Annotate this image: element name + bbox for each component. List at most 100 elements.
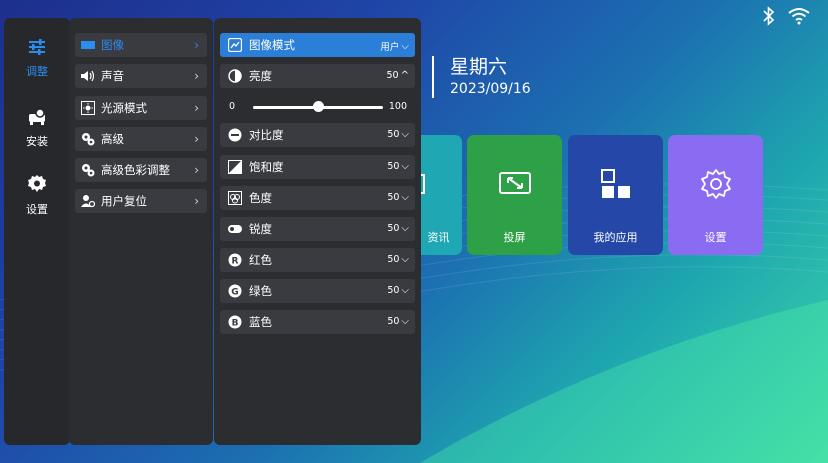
gear-icon <box>27 174 47 197</box>
sharpness-row[interactable]: 锐度 50 ⌵ <box>220 217 415 241</box>
nav-label: 调整 <box>26 65 48 78</box>
status-bar <box>762 6 810 26</box>
chevron-down-icon: ⌵ <box>401 161 409 172</box>
nav-panel: 调整 安装 设置 <box>4 18 70 445</box>
chevron-up-icon: ^ <box>400 70 409 81</box>
chevron-right-icon: › <box>194 38 199 52</box>
chevron-down-icon: ⌵ <box>401 223 409 234</box>
contrast-row[interactable]: 对比度 50 ⌵ <box>220 123 415 147</box>
saturation-row[interactable]: 饱和度 50 ⌵ <box>220 155 415 179</box>
sharpness-icon <box>228 222 242 236</box>
setting-value: 50 <box>387 285 400 296</box>
nav-label: 安装 <box>26 135 48 148</box>
brightness-slider[interactable]: 0 100 <box>220 96 415 118</box>
hue-row[interactable]: 色度 50 ⌵ <box>220 186 415 210</box>
bluetooth-icon <box>762 6 776 26</box>
chevron-down-icon: ⌵ <box>401 254 409 265</box>
date: 2023/09/16 <box>450 81 531 97</box>
tile-settings[interactable]: 设置 <box>668 135 763 255</box>
projector-icon <box>27 108 47 129</box>
nav-item-adjust[interactable]: 调整 <box>4 38 70 79</box>
green-row[interactable]: G 绿色 50 ⌵ <box>220 279 415 303</box>
menu-item-advanced[interactable]: 高级 › <box>75 127 207 151</box>
setting-value: 50 <box>386 70 399 81</box>
blue-channel-icon: B <box>228 315 242 329</box>
menu-label: 高级 <box>101 132 124 146</box>
apps-grid-icon <box>599 167 633 201</box>
setting-label: 亮度 <box>249 69 272 83</box>
nav-item-install[interactable]: 安装 <box>4 108 70 149</box>
tile-label: 设置 <box>704 231 727 244</box>
menu-label: 图像 <box>101 38 124 52</box>
slider-max: 100 <box>388 101 407 112</box>
picture-mode-row[interactable]: 图像模式 用户 ⌵ <box>220 33 415 57</box>
menu-label: 声音 <box>101 69 124 83</box>
menu-label: 高级色彩调整 <box>101 163 170 177</box>
setting-label: 红色 <box>249 253 272 267</box>
user-reset-icon <box>81 194 95 208</box>
picture-mode-icon <box>228 38 242 52</box>
brightness-icon <box>228 69 242 83</box>
chevron-right-icon: › <box>194 69 199 83</box>
advanced-icon <box>81 132 95 146</box>
setting-label: 色度 <box>249 191 272 205</box>
weekday: 星期六 <box>450 56 508 78</box>
setting-value: 50 <box>387 254 400 265</box>
setting-value: 50 <box>387 316 400 327</box>
setting-label: 锐度 <box>249 222 272 236</box>
menu-item-sound[interactable]: 声音 › <box>75 64 207 88</box>
clock-widget: 星期六 2023/09/16 <box>432 56 531 98</box>
menu-label: 光源模式 <box>101 101 147 115</box>
chevron-down-icon: ⌵ <box>401 129 409 140</box>
chevron-right-icon: › <box>194 101 199 115</box>
svg-text:G: G <box>231 288 238 298</box>
setting-value: 50 <box>387 129 400 140</box>
wifi-icon <box>788 7 810 25</box>
brightness-row[interactable]: 亮度 50 ^ <box>220 64 415 88</box>
submenu-panel: 图像 › 声音 › 光源模式 › 高级 › 高级色彩调整 › 用户复位 › <box>69 18 213 445</box>
menu-item-user-reset[interactable]: 用户复位 › <box>75 189 207 213</box>
setting-value: 50 <box>387 223 400 234</box>
slider-min: 0 <box>229 101 236 112</box>
tile-my-apps[interactable]: 我的应用 <box>568 135 663 255</box>
red-channel-icon: R <box>228 253 242 267</box>
menu-item-color-adjust[interactable]: 高级色彩调整 › <box>75 158 207 182</box>
chevron-down-icon: ⌵ <box>401 316 409 327</box>
tile-label: 投屏 <box>503 231 526 244</box>
chevron-down-icon: ⌵ <box>401 192 409 203</box>
nav-label: 设置 <box>26 203 48 216</box>
slider-knob[interactable] <box>312 101 324 112</box>
setting-value: 用户 <box>380 42 400 53</box>
saturation-icon <box>228 160 242 174</box>
tile-label: 我的应用 <box>593 231 638 244</box>
menu-item-light-source[interactable]: 光源模式 › <box>75 96 207 120</box>
contrast-icon <box>228 128 242 142</box>
setting-value: 50 <box>387 161 400 172</box>
chevron-down-icon: ⌵ <box>401 285 409 296</box>
screen-cast-icon <box>497 167 533 201</box>
light-source-icon <box>81 101 95 115</box>
settings-panel: 图像模式 用户 ⌵ 亮度 50 ^ 0 100 对比度 50 ⌵ 饱和度 50 ⌵ 色度… <box>214 18 421 445</box>
nav-item-settings[interactable]: 设置 <box>4 174 70 217</box>
red-row[interactable]: R 红色 50 ⌵ <box>220 248 415 272</box>
svg-text:B: B <box>232 319 239 329</box>
hue-icon <box>228 191 242 205</box>
menu-item-image[interactable]: 图像 › <box>75 33 207 57</box>
gear-icon <box>699 167 733 201</box>
tile-screen-cast[interactable]: 投屏 <box>467 135 562 255</box>
menu-label: 用户复位 <box>101 194 147 208</box>
svg-text:R: R <box>232 257 239 267</box>
blue-row[interactable]: B 蓝色 50 ⌵ <box>220 310 415 334</box>
setting-label: 饱和度 <box>249 160 284 174</box>
setting-label: 图像模式 <box>249 38 295 52</box>
chevron-down-icon: ⌵ <box>401 40 409 52</box>
setting-label: 绿色 <box>249 284 272 298</box>
green-channel-icon: G <box>228 284 242 298</box>
sliders-icon <box>28 38 46 59</box>
color-adjust-icon <box>81 163 95 177</box>
chevron-right-icon: › <box>194 194 199 208</box>
chevron-right-icon: › <box>194 132 199 146</box>
chevron-right-icon: › <box>194 163 199 177</box>
setting-label: 蓝色 <box>249 315 272 329</box>
setting-label: 对比度 <box>249 128 284 142</box>
